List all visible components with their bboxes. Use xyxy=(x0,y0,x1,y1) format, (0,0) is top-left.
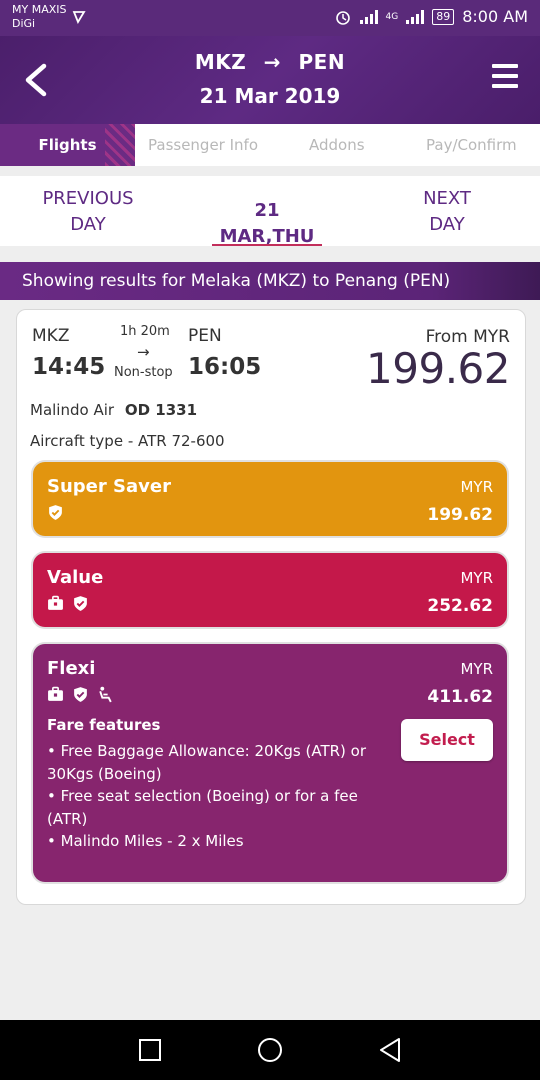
next-day-button[interactable]: NEXT DAY xyxy=(402,186,492,238)
airline-info: Malindo Air OD 1331 xyxy=(30,401,197,419)
network-type: 4G xyxy=(385,11,399,22)
next-day-line2: DAY xyxy=(429,214,465,235)
fare-currency: MYR xyxy=(460,478,493,496)
previous-day-line2: DAY xyxy=(70,214,106,235)
cast-icon xyxy=(72,11,86,24)
status-time: 8:00 AM xyxy=(462,7,528,26)
app-header: MKZ → PEN 21 Mar 2019 xyxy=(0,36,540,124)
fare-price: 199.62 xyxy=(427,505,493,525)
fare-icons xyxy=(47,504,64,521)
fare-super-saver[interactable]: Super Saver MYR 199.62 xyxy=(33,462,507,536)
step-pay-confirm[interactable]: Pay/Confirm xyxy=(426,124,517,166)
alarm-icon xyxy=(335,10,350,25)
home-icon[interactable] xyxy=(257,1037,283,1063)
recent-apps-icon[interactable] xyxy=(138,1038,162,1062)
android-nav-bar xyxy=(0,1020,540,1080)
travel-date: 21 Mar 2019 xyxy=(199,84,341,108)
select-button[interactable]: Select xyxy=(401,719,493,761)
step-addons[interactable]: Addons xyxy=(309,124,365,166)
carrier-1: MY MAXIS xyxy=(12,3,67,16)
route-title: MKZ → PEN xyxy=(0,50,540,74)
fare-feature-item: • Malindo Miles - 2 x Miles xyxy=(47,832,244,850)
stops-label: Non-stop xyxy=(114,365,173,380)
fare-feature-item: • Free Baggage Allowance: 20Kgs (ATR) or… xyxy=(47,742,367,783)
origin-code: MKZ xyxy=(194,50,247,74)
fare-name: Flexi xyxy=(47,658,96,679)
fare-features-list: • Free Baggage Allowance: 20Kgs (ATR) or… xyxy=(47,740,367,853)
signal-icon-1 xyxy=(359,9,378,24)
fare-icons xyxy=(47,595,89,612)
back-icon[interactable] xyxy=(378,1037,402,1063)
airline-name: Malindo Air xyxy=(30,401,115,419)
dep-code: MKZ xyxy=(32,326,70,346)
fare-feature-item: • Free seat selection (Boeing) or for a … xyxy=(47,787,358,828)
fare-icons xyxy=(47,686,114,703)
from-price: 199.62 xyxy=(366,344,510,393)
previous-day-button[interactable]: PREVIOUS DAY xyxy=(30,186,146,238)
duration-arrow-icon: → xyxy=(137,343,150,361)
step-flights[interactable]: Flights xyxy=(0,124,135,166)
baggage-icon xyxy=(48,686,63,701)
hamburger-menu-icon[interactable] xyxy=(492,64,518,88)
arr-time: 16:05 xyxy=(188,354,262,380)
fare-price: 252.62 xyxy=(427,596,493,616)
arr-code: PEN xyxy=(188,326,222,346)
current-day-tab[interactable]: 21 MAR,THU xyxy=(210,198,324,250)
fare-name: Value xyxy=(47,567,104,588)
baggage-icon xyxy=(48,595,63,610)
flight-card: MKZ 14:45 1h 20m → Non-stop PEN 16:05 Fr… xyxy=(16,309,526,905)
dep-time: 14:45 xyxy=(32,354,106,380)
fare-features-title: Fare features xyxy=(47,716,161,734)
seat-icon xyxy=(99,686,112,703)
shield-icon xyxy=(74,596,87,611)
shield-icon xyxy=(74,687,87,702)
fare-currency: MYR xyxy=(460,660,493,678)
booking-steps: Flights Passenger Info Addons Pay/Confir… xyxy=(0,124,540,166)
destination-code: PEN xyxy=(298,50,346,74)
carrier-info: MY MAXIS DiGi xyxy=(12,3,66,31)
route-arrow-icon: → xyxy=(263,50,282,74)
next-day-line1: NEXT xyxy=(423,188,471,209)
fare-value[interactable]: Value MYR 252.62 xyxy=(33,553,507,627)
signal-icon-2 xyxy=(406,9,425,24)
step-passenger-info[interactable]: Passenger Info xyxy=(148,124,258,166)
fare-price: 411.62 xyxy=(427,687,493,707)
status-right: 4G 89 8:00 AM xyxy=(334,7,528,26)
carrier-2: DiGi xyxy=(12,17,36,30)
shield-icon xyxy=(49,505,62,520)
previous-day-line1: PREVIOUS xyxy=(42,188,134,209)
aircraft-type: Aircraft type - ATR 72-600 xyxy=(30,432,225,450)
day-navigation: PREVIOUS DAY 21 MAR,THU NEXT DAY xyxy=(0,176,540,247)
battery-icon: 89 xyxy=(432,8,455,25)
flight-duration: 1h 20m xyxy=(120,324,170,339)
flight-number: OD 1331 xyxy=(124,401,198,419)
fare-currency: MYR xyxy=(460,569,493,587)
results-banner: Showing results for Melaka (MKZ) to Pena… xyxy=(0,262,540,300)
fare-name: Super Saver xyxy=(47,476,171,497)
status-bar: MY MAXIS DiGi 4G 89 8:00 AM xyxy=(0,0,540,36)
fare-flexi[interactable]: Flexi MYR 411.62 Fare features • Free Ba… xyxy=(33,644,507,882)
